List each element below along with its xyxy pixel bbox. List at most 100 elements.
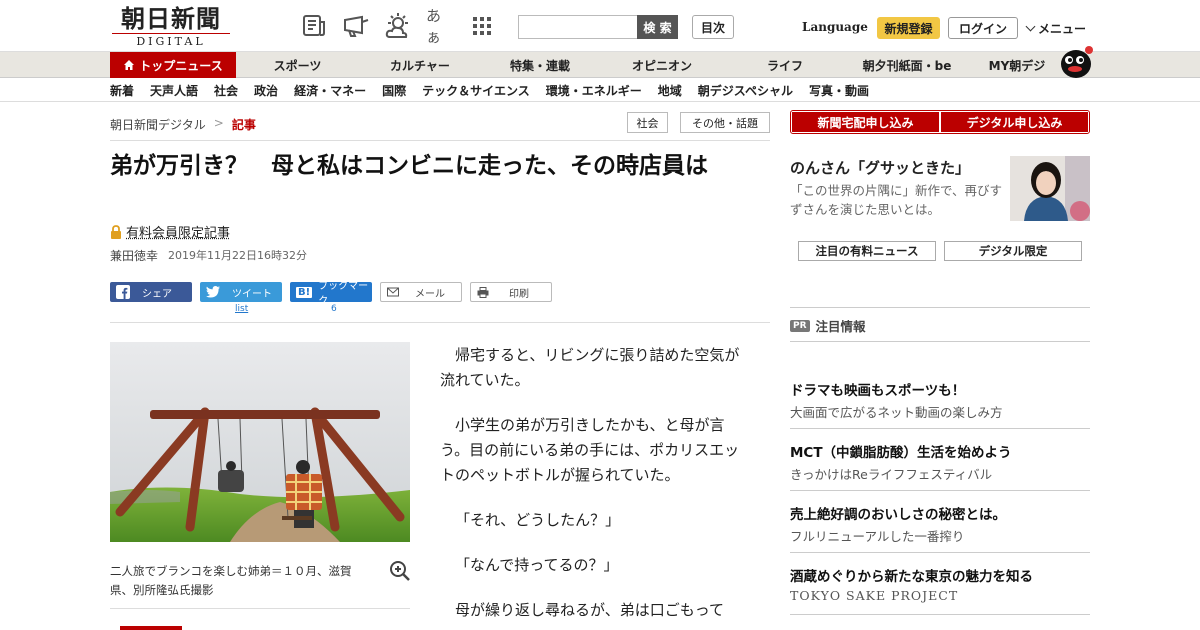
divider <box>790 490 1090 491</box>
tag-other-topics[interactable]: その他・話題 <box>680 112 770 133</box>
toc-button[interactable]: 目次 <box>692 15 734 39</box>
feature-image[interactable] <box>1010 156 1090 221</box>
tag-society[interactable]: 社会 <box>627 112 668 133</box>
search-button[interactable]: 検 索 <box>637 15 678 39</box>
divider <box>790 307 1090 308</box>
logo-sub: DIGITAL <box>112 33 230 48</box>
paid-news-button[interactable]: 注目の有料ニュース <box>798 241 936 261</box>
facebook-icon <box>116 285 130 299</box>
site-logo[interactable]: 朝日新聞 DIGITAL <box>112 6 230 48</box>
subnav-society[interactable]: 社会 <box>214 82 238 99</box>
ad-title[interactable]: MCT（中鎖脂肪酸）生活を始めよう <box>790 441 1012 461</box>
article-body: 帰宅すると、リビングに張り詰めた空気が流れていた。 小学生の弟が万引きしたかも、… <box>440 343 750 630</box>
font-size-icon[interactable]: あぁ <box>426 12 454 40</box>
print-button[interactable]: 印刷 <box>470 282 552 302</box>
divider <box>110 322 770 323</box>
nav-top-news[interactable]: トップニュース <box>110 52 236 78</box>
search-input[interactable] <box>518 15 638 39</box>
mail-share-button[interactable]: メール <box>380 282 462 302</box>
article-paragraph: 「それ、どうしたん？」 <box>440 508 750 533</box>
newspaper-icon[interactable] <box>300 12 328 40</box>
members-only: 有料会員限定記事 <box>110 222 230 241</box>
ad-title[interactable]: 酒蔵めぐりから新たな東京の魅力を知る <box>790 565 1033 585</box>
megaphone-icon[interactable] <box>342 12 370 40</box>
breadcrumb: 朝日新聞デジタル > 記事 <box>110 116 256 133</box>
subnav-region[interactable]: 地域 <box>658 82 682 99</box>
breadcrumb-current: 記事 <box>232 116 256 133</box>
ad-title[interactable]: 売上絶好調のおいしさの秘密とは。 <box>790 503 1006 523</box>
mail-icon <box>387 287 399 297</box>
chevron-down-icon <box>1026 22 1036 32</box>
subnav-tenseijingo[interactable]: 天声人語 <box>150 82 198 99</box>
ad-desc[interactable]: TOKYO SAKE PROJECT <box>790 588 958 603</box>
digital-only-button[interactable]: デジタル限定 <box>944 241 1082 261</box>
nav-features[interactable]: 特集・連載 <box>490 52 590 78</box>
twitter-count[interactable]: list <box>235 304 248 314</box>
ad-desc[interactable]: きっかけはReライフフェスティバル <box>790 464 992 483</box>
nav-my-asadigi[interactable]: MY朝デジ <box>978 52 1056 78</box>
breadcrumb-separator: > <box>214 116 224 133</box>
subnav-politics[interactable]: 政治 <box>254 82 278 99</box>
article-photo[interactable] <box>110 342 410 542</box>
weather-icon[interactable] <box>384 12 412 40</box>
divider <box>790 552 1090 553</box>
subnav-latest[interactable]: 新着 <box>110 82 134 99</box>
pr-badge: PR <box>790 320 810 332</box>
login-button[interactable]: ログイン <box>948 17 1018 39</box>
feature-title[interactable]: のんさん「グサッときた」 <box>790 157 970 178</box>
hatena-label: ブックマーク <box>318 277 372 307</box>
header-icons: あぁ <box>300 12 496 40</box>
breadcrumb-home[interactable]: 朝日新聞デジタル <box>110 116 206 133</box>
nav-paper[interactable]: 朝夕刊紙面・be <box>852 52 962 78</box>
feature-desc[interactable]: 「この世界の片隅に」新作で、再びすずさんを演じた思いとは。 <box>790 181 1002 219</box>
hatena-bookmark-button[interactable]: B! ブックマーク <box>290 282 372 302</box>
nav-sports[interactable]: スポーツ <box>255 52 340 78</box>
subnav-photo-video[interactable]: 写真・動画 <box>809 82 869 99</box>
nav-label: トップニュース <box>139 57 222 74</box>
article-paragraph: 小学生の弟が万引きしたかも、と母が言う。目の前にいる弟の手には、ポカリスエットの… <box>440 413 750 488</box>
nav-opinion[interactable]: オピニオン <box>612 52 712 78</box>
subscribe-digital-button[interactable]: デジタル申し込み <box>941 112 1088 132</box>
menu-button[interactable]: メニュー <box>1027 20 1086 37</box>
lock-icon <box>110 225 122 239</box>
subnav-international[interactable]: 国際 <box>382 82 406 99</box>
twitter-label: ツイート <box>232 285 272 300</box>
section-marker <box>120 626 182 630</box>
hatena-icon: B! <box>296 287 312 298</box>
nav-life[interactable]: ライフ <box>740 52 830 78</box>
subscribe-paper-button[interactable]: 新聞宅配申し込み <box>792 112 939 132</box>
divider <box>110 140 770 141</box>
nav-culture[interactable]: カルチャー <box>370 52 470 78</box>
facebook-label: シェア <box>142 285 172 300</box>
language-link[interactable]: Language <box>802 20 868 34</box>
hatena-count[interactable]: 6 <box>331 304 337 314</box>
photo-caption: 二人旅でブランコを楽しむ姉弟＝１０月、滋賀県、別所隆弘氏撮影 <box>110 562 370 600</box>
divider <box>790 341 1090 342</box>
zoom-icon[interactable] <box>389 560 411 582</box>
divider <box>790 614 1090 615</box>
pr-heading: PR 注目情報 <box>790 316 866 335</box>
divider <box>110 608 410 609</box>
ad-desc[interactable]: フルリニューアルした一番搾り <box>790 526 964 545</box>
subnav-economy[interactable]: 経済・マネー <box>294 82 366 99</box>
main-nav: トップニュース スポーツ カルチャー 特集・連載 オピニオン ライフ 朝夕刊紙面… <box>0 52 1200 78</box>
mascot-icon[interactable] <box>1058 42 1094 78</box>
grid-icon[interactable] <box>468 12 496 40</box>
ad-desc[interactable]: 大画面で広がるネット動画の楽しみ方 <box>790 402 1003 421</box>
subnav-special[interactable]: 朝デジスペシャル <box>698 82 793 99</box>
pr-heading-label: 注目情報 <box>816 316 866 335</box>
twitter-share-button[interactable]: ツイート <box>200 282 282 302</box>
article-paragraph: 帰宅すると、リビングに張り詰めた空気が流れていた。 <box>440 343 750 393</box>
register-button[interactable]: 新規登録 <box>877 17 940 39</box>
article-paragraph: 「なんで持ってるの？」 <box>440 553 750 578</box>
print-icon <box>477 287 489 298</box>
article-title: 弟が万引き？ 母と私はコンビニに走った、その時店員は <box>110 150 770 182</box>
members-label[interactable]: 有料会員限定記事 <box>126 222 230 241</box>
subnav-tech[interactable]: テック＆サイエンス <box>422 82 530 99</box>
logo-main: 朝日新聞 <box>112 6 230 32</box>
facebook-share-button[interactable]: シェア <box>110 282 192 302</box>
byline: 兼田徳幸 2019年11月22日16時32分 <box>110 247 307 264</box>
subnav-environment[interactable]: 環境・エネルギー <box>546 82 642 99</box>
divider <box>790 428 1090 429</box>
ad-title[interactable]: ドラマも映画もスポーツも！ <box>790 379 965 399</box>
